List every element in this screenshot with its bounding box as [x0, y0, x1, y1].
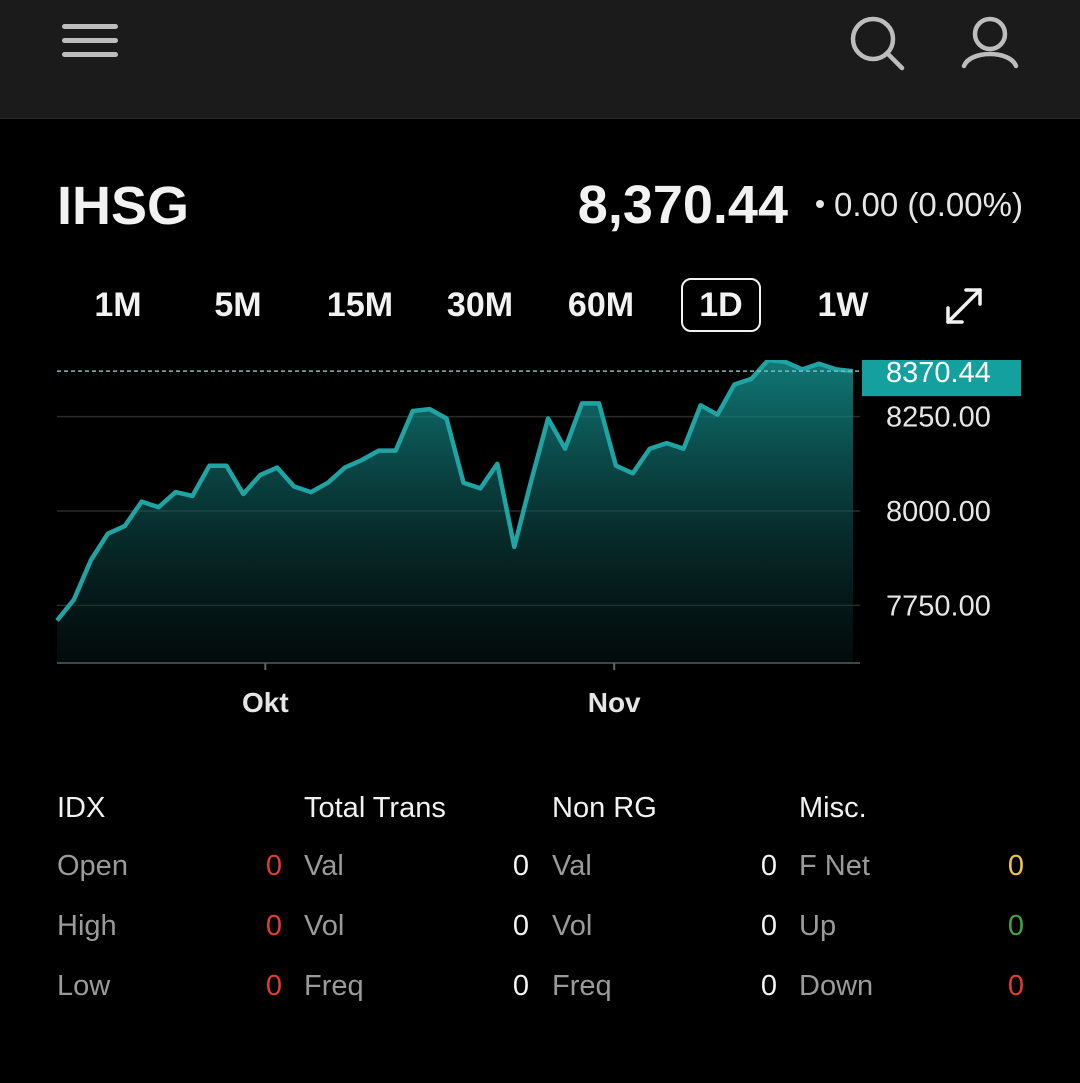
- expand-icon[interactable]: [942, 284, 986, 328]
- menu-icon[interactable]: [58, 20, 122, 64]
- timeframe-15m[interactable]: 15M: [318, 278, 402, 332]
- last-price-tag-label: 8370.44: [886, 360, 991, 389]
- last-price: 8,370.44: [577, 175, 788, 235]
- top-bar: [0, 0, 1080, 119]
- stat-value: 0: [1007, 970, 1024, 1002]
- search-icon[interactable]: [846, 12, 908, 74]
- timeframe-60m[interactable]: 60M: [558, 278, 644, 332]
- stat-label: Down: [799, 970, 874, 1002]
- price-area: [57, 360, 853, 662]
- stat-value: 0: [1007, 910, 1024, 942]
- ticker-symbol: IHSG: [57, 176, 190, 236]
- stat-label: Low: [57, 970, 111, 1002]
- price-change: 0.00 (0.00%): [816, 186, 1023, 224]
- stat-label: Val: [552, 850, 592, 882]
- stats-column-title: IDX: [57, 792, 106, 824]
- stat-value: 0: [760, 910, 777, 942]
- stat-label: High: [57, 910, 117, 942]
- timeframe-selector: 1M 5M 15M 30M 60M 1D 1W: [58, 278, 1024, 334]
- timeframe-1m[interactable]: 1M: [78, 278, 158, 332]
- stat-value: 0: [512, 970, 529, 1002]
- stat-label: Open: [57, 850, 128, 882]
- stat-value: 0: [760, 850, 777, 882]
- x-tick-label: Nov: [588, 687, 641, 718]
- stat-value: 0: [512, 910, 529, 942]
- stat-value: 0: [265, 970, 282, 1002]
- stat-label: Freq: [552, 970, 612, 1002]
- stat-label: Up: [799, 910, 837, 942]
- stat-value: 0: [265, 850, 282, 882]
- y-tick-label: 7750.00: [886, 590, 991, 622]
- stats-column-title: Total Trans: [304, 792, 446, 824]
- stat-value: 0: [1007, 850, 1024, 882]
- price-chart[interactable]: 8250.00 8000.00 7750.00 Okt Nov 8370.44: [0, 360, 1080, 740]
- timeframe-5m[interactable]: 5M: [198, 278, 278, 332]
- stats-column-title: Non RG: [552, 792, 657, 824]
- y-tick-label: 8250.00: [886, 402, 991, 434]
- stat-label: Val: [304, 850, 344, 882]
- stat-label: F Net: [799, 850, 870, 882]
- user-icon[interactable]: [958, 14, 1022, 72]
- y-tick-label: 8000.00: [886, 496, 991, 528]
- stat-label: Freq: [304, 970, 364, 1002]
- timeframe-30m[interactable]: 30M: [438, 278, 522, 332]
- stats-column-title: Misc.: [799, 792, 867, 824]
- change-dot-icon: [816, 200, 824, 209]
- stats-panel: IDX Open 0 High 0 Low 0 Total Trans Val 0 Vol 0 Freq…: [0, 780, 1080, 1040]
- x-tick-label: Okt: [242, 687, 289, 718]
- timeframe-1d[interactable]: 1D: [681, 278, 761, 332]
- stat-label: Vol: [552, 910, 593, 942]
- timeframe-1w[interactable]: 1W: [803, 278, 883, 332]
- stat-value: 0: [760, 970, 777, 1002]
- stat-label: Vol: [304, 910, 345, 942]
- price-change-text: 0.00 (0.00%): [834, 186, 1023, 223]
- stat-value: 0: [265, 910, 282, 942]
- stat-value: 0: [512, 850, 529, 882]
